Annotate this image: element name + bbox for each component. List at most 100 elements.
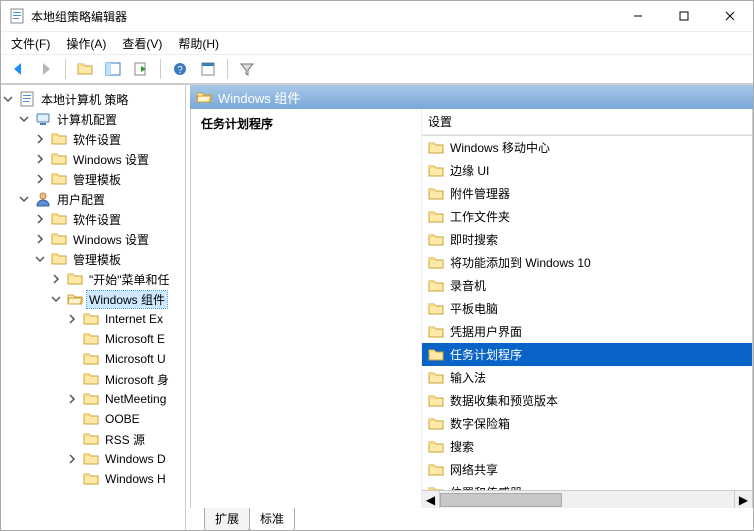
settings-column-header[interactable]: 设置 — [422, 109, 752, 135]
folder-icon — [428, 278, 444, 294]
settings-list[interactable]: Windows 移动中心边缘 UI附件管理器工作文件夹即时搜索将功能添加到 Wi… — [422, 135, 752, 490]
folder-open-icon — [196, 89, 212, 105]
twisty-closed-icon[interactable] — [33, 212, 47, 226]
twisty-closed-icon[interactable] — [65, 312, 79, 326]
folder-icon — [428, 301, 444, 317]
tab-standard[interactable]: 标准 — [249, 508, 295, 531]
settings-item[interactable]: 任务计划程序 — [422, 343, 752, 366]
settings-item[interactable]: 边缘 UI — [422, 159, 752, 182]
tree-node-ie[interactable]: Internet Ex — [1, 309, 185, 329]
content-header-title: Windows 组件 — [218, 88, 300, 107]
minimize-button[interactable] — [615, 1, 661, 31]
settings-item[interactable]: 将功能添加到 Windows 10 — [422, 251, 752, 274]
settings-item[interactable]: 位置和传感器 — [422, 481, 752, 490]
tree-node-label: Microsoft E — [103, 332, 167, 346]
settings-item-label: 数字保险箱 — [450, 415, 510, 432]
back-button[interactable] — [5, 57, 31, 81]
scroll-right-arrow[interactable]: ▶ — [734, 491, 752, 508]
tree-node-label: NetMeeting — [103, 392, 168, 406]
tree-node-uc_sw[interactable]: 软件设置 — [1, 209, 185, 229]
tree-spacer — [65, 372, 79, 386]
settings-item[interactable]: 数字保险箱 — [422, 412, 752, 435]
settings-item[interactable]: 搜索 — [422, 435, 752, 458]
settings-item[interactable]: 即时搜索 — [422, 228, 752, 251]
settings-item[interactable]: 录音机 — [422, 274, 752, 297]
tree-node-label: 本地计算机 策略 — [39, 91, 130, 108]
twisty-closed-icon[interactable] — [33, 152, 47, 166]
tree-node-label: "开始"菜单和任 — [87, 271, 172, 288]
twisty-open-icon[interactable] — [17, 112, 31, 126]
tree-node-mu[interactable]: Microsoft U — [1, 349, 185, 369]
twisty-closed-icon[interactable] — [49, 272, 63, 286]
scroll-thumb[interactable] — [440, 493, 562, 507]
twisty-open-icon[interactable] — [17, 192, 31, 206]
tree-node-wind[interactable]: Windows D — [1, 449, 185, 469]
tree-node-uc_adm[interactable]: 管理模板 — [1, 249, 185, 269]
twisty-open-icon[interactable] — [1, 92, 15, 106]
filter-button[interactable] — [234, 57, 260, 81]
settings-item[interactable]: 附件管理器 — [422, 182, 752, 205]
twisty-closed-icon[interactable] — [65, 452, 79, 466]
settings-item[interactable]: 凭据用户界面 — [422, 320, 752, 343]
tree-node-netm[interactable]: NetMeeting — [1, 389, 185, 409]
twisty-closed-icon[interactable] — [33, 132, 47, 146]
tree-node-cc_sw[interactable]: 软件设置 — [1, 129, 185, 149]
tab-extended[interactable]: 扩展 — [204, 508, 250, 531]
twisty-closed-icon[interactable] — [65, 392, 79, 406]
twisty-closed-icon[interactable] — [33, 172, 47, 186]
maximize-button[interactable] — [661, 1, 707, 31]
properties-button[interactable] — [195, 57, 221, 81]
tree-node-label: Windows H — [103, 472, 168, 486]
twisty-open-icon[interactable] — [49, 292, 63, 306]
tree-node-label: 软件设置 — [71, 211, 123, 228]
twisty-closed-icon[interactable] — [33, 232, 47, 246]
close-button[interactable] — [707, 1, 753, 31]
tree-node-label: Windows D — [103, 452, 168, 466]
menu-help[interactable]: 帮助(H) — [172, 33, 225, 54]
forward-button[interactable] — [33, 57, 59, 81]
tree-node-start[interactable]: "开始"菜单和任 — [1, 269, 185, 289]
tree-node-uc_win[interactable]: Windows 设置 — [1, 229, 185, 249]
tree-node-winh[interactable]: Windows H — [1, 469, 185, 489]
tree-node-mq[interactable]: Microsoft 身 — [1, 369, 185, 389]
settings-item[interactable]: 输入法 — [422, 366, 752, 389]
folder-icon — [428, 209, 444, 225]
tree-node-root[interactable]: 本地计算机 策略 — [1, 89, 185, 109]
tree-node-label: OOBE — [103, 412, 142, 426]
tree-node-me[interactable]: Microsoft E — [1, 329, 185, 349]
tree-node-cc_adm[interactable]: 管理模板 — [1, 169, 185, 189]
export-button[interactable] — [128, 57, 154, 81]
scroll-left-arrow[interactable]: ◀ — [422, 491, 440, 508]
menu-action[interactable]: 操作(A) — [60, 33, 112, 54]
tree-node-label: 用户配置 — [55, 191, 107, 208]
tree-node-cc[interactable]: 计算机配置 — [1, 109, 185, 129]
up-button[interactable] — [72, 57, 98, 81]
menu-file[interactable]: 文件(F) — [5, 33, 56, 54]
settings-item[interactable]: 数据收集和预览版本 — [422, 389, 752, 412]
title-bar[interactable]: 本地组策略编辑器 — [1, 1, 753, 31]
twisty-open-icon[interactable] — [33, 252, 47, 266]
tree-panel[interactable]: 本地计算机 策略计算机配置软件设置Windows 设置管理模板用户配置软件设置W… — [1, 85, 186, 530]
tree-node-oobe[interactable]: OOBE — [1, 409, 185, 429]
settings-item[interactable]: 工作文件夹 — [422, 205, 752, 228]
settings-item[interactable]: 网络共享 — [422, 458, 752, 481]
settings-item-label: 网络共享 — [450, 461, 498, 478]
folder-icon — [428, 393, 444, 409]
horizontal-scrollbar[interactable]: ◀ ▶ — [422, 490, 752, 508]
tree-node-label: 计算机配置 — [55, 111, 119, 128]
window-title: 本地组策略编辑器 — [31, 8, 127, 25]
tree-node-wincomp[interactable]: Windows 组件 — [1, 289, 185, 309]
help-button[interactable]: ? — [167, 57, 193, 81]
view-tabs: 扩展 标准 — [190, 508, 753, 530]
settings-item[interactable]: 平板电脑 — [422, 297, 752, 320]
show-hide-tree-button[interactable] — [100, 57, 126, 81]
settings-item-label: 数据收集和预览版本 — [450, 392, 558, 409]
folder-icon — [428, 140, 444, 156]
menu-view[interactable]: 查看(V) — [116, 33, 168, 54]
settings-item-label: 工作文件夹 — [450, 208, 510, 225]
tree-node-cc_win[interactable]: Windows 设置 — [1, 149, 185, 169]
tree-node-uc[interactable]: 用户配置 — [1, 189, 185, 209]
settings-item[interactable]: Windows 移动中心 — [422, 136, 752, 159]
tree-node-rss[interactable]: RSS 源 — [1, 429, 185, 449]
settings-item-label: 即时搜索 — [450, 231, 498, 248]
